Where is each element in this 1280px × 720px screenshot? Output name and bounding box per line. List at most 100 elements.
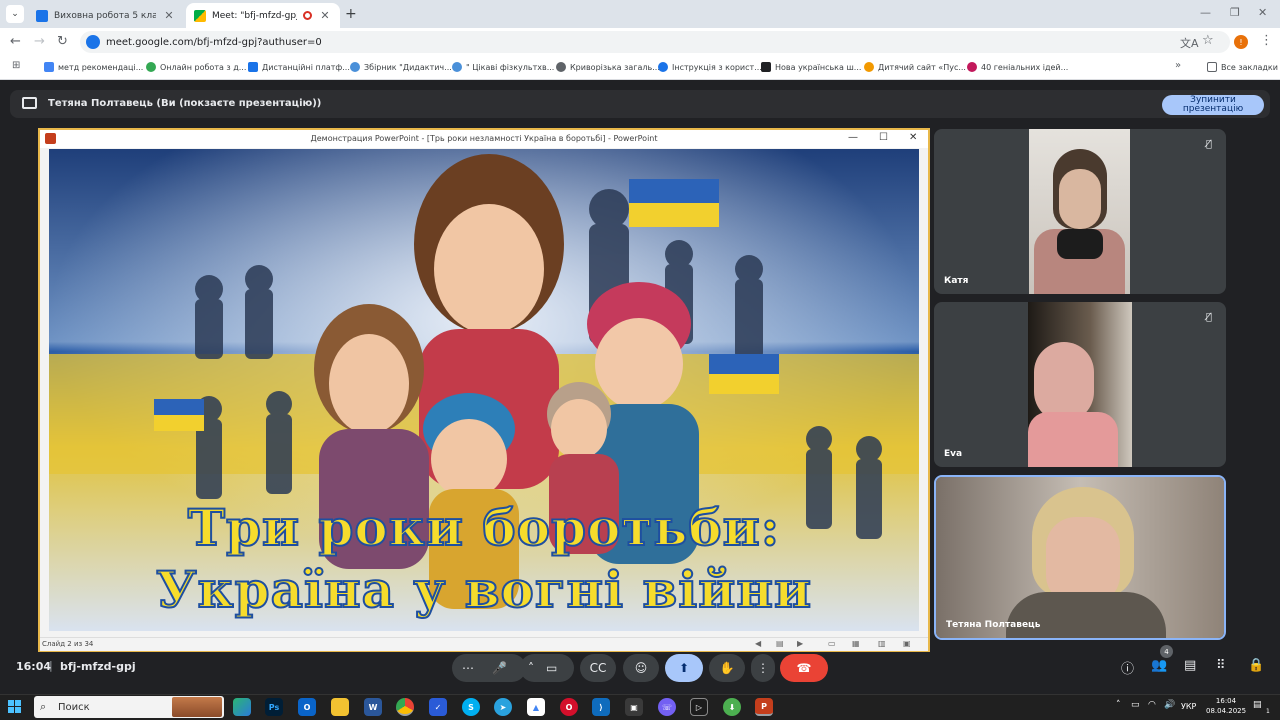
- outlook-icon[interactable]: O: [298, 698, 316, 716]
- microphone-icon[interactable]: 🎤: [492, 661, 507, 675]
- bookmark-item[interactable]: Нова українська ш...: [761, 62, 861, 72]
- more-audio-icon[interactable]: ⋯: [462, 661, 474, 675]
- chrome-icon[interactable]: [396, 698, 414, 716]
- apps-grid-icon[interactable]: ⊞: [12, 60, 20, 71]
- maximize-icon[interactable]: ☐: [879, 132, 888, 143]
- download-app-icon[interactable]: ⬇: [723, 698, 741, 716]
- powerpoint-icon[interactable]: P: [755, 698, 773, 716]
- notification-count: 1: [1266, 708, 1270, 715]
- more-options-button[interactable]: ⋮: [751, 654, 775, 682]
- close-icon[interactable]: ✕: [318, 9, 332, 22]
- bookmark-item[interactable]: 40 геніальних ідей...: [967, 62, 1068, 72]
- bookmark-item[interactable]: Криворізька загаль...: [556, 62, 660, 72]
- bookmark-star-icon[interactable]: ☆: [1202, 33, 1214, 48]
- bookmark-item[interactable]: " Цікаві фізкультхв...: [452, 62, 554, 72]
- tab-meet[interactable]: Meet: "bfj-mfzd-gpj" ✕: [186, 3, 340, 28]
- forward-arrow-icon[interactable]: →: [34, 34, 45, 49]
- photoshop-icon[interactable]: Ps: [265, 698, 283, 716]
- bookmark-item[interactable]: Інструкція з корист...: [658, 62, 762, 72]
- participant-video: [936, 477, 1224, 638]
- system-clock[interactable]: 16:04 08.04.2025: [1206, 696, 1246, 716]
- people-icon[interactable]: 👥: [1151, 658, 1167, 673]
- minimize-icon[interactable]: —: [1200, 6, 1211, 19]
- close-icon[interactable]: ✕: [162, 9, 176, 22]
- hand-icon: ✋: [719, 661, 735, 675]
- participant-tile-katya[interactable]: 🎙̸ Катя: [934, 129, 1226, 294]
- slideshow-view-icon[interactable]: ▣: [903, 639, 911, 648]
- file-explorer-icon[interactable]: [331, 698, 349, 716]
- network-icon[interactable]: ▭: [1131, 700, 1140, 710]
- participant-tile-eva[interactable]: 🎙̸ Eva: [934, 302, 1226, 467]
- next-slide-icon[interactable]: ▶: [797, 639, 803, 648]
- media-app-icon[interactable]: ▷: [690, 698, 708, 716]
- translate-icon[interactable]: 文A: [1180, 35, 1199, 51]
- opera-icon[interactable]: O: [560, 698, 578, 716]
- meeting-info-icon[interactable]: ⓘ: [1121, 658, 1134, 677]
- tab-vykhovna-robota[interactable]: Виховна робота 5 клас ✕: [28, 3, 184, 28]
- site-info-icon[interactable]: [86, 35, 100, 49]
- snowflake-icon: [350, 62, 360, 72]
- notifications-icon[interactable]: ▤: [1253, 700, 1262, 710]
- bookmark-item[interactable]: метд рекомендаці...: [44, 62, 143, 72]
- chat-icon[interactable]: ▤: [1184, 658, 1196, 673]
- raise-hand-button[interactable]: ✋: [709, 654, 745, 682]
- close-window-icon[interactable]: ✕: [1258, 6, 1267, 19]
- viber-icon[interactable]: ☏: [658, 698, 676, 716]
- present-screen-icon: [22, 97, 37, 109]
- save-app-icon[interactable]: ▣: [625, 698, 643, 716]
- close-window-icon[interactable]: ✕: [909, 132, 917, 143]
- previous-slide-icon[interactable]: ◀: [755, 639, 761, 648]
- more-bookmarks-icon[interactable]: »: [1175, 60, 1181, 71]
- camera-control[interactable]: ˄ ▭: [520, 654, 574, 682]
- volume-icon[interactable]: 🔊: [1164, 700, 1175, 710]
- participant-count-badge: 4: [1160, 645, 1173, 658]
- globe-icon: [556, 62, 566, 72]
- word-icon[interactable]: W: [364, 698, 382, 716]
- slide-image: [49, 149, 919, 631]
- input-language[interactable]: УКР: [1181, 702, 1196, 711]
- bookmark-item[interactable]: Збірник "Дидактич...: [350, 62, 452, 72]
- microphone-control[interactable]: ⋯ 🎤: [452, 654, 526, 682]
- bookmark-item[interactable]: Онлайн робота з д...: [146, 62, 246, 72]
- sorter-view-icon[interactable]: ▦: [852, 639, 860, 648]
- wifi-icon[interactable]: ◠: [1148, 700, 1156, 710]
- google-drive-icon[interactable]: ▲: [527, 698, 545, 716]
- site-icon: [864, 62, 874, 72]
- telegram-icon[interactable]: ➤: [494, 698, 512, 716]
- chevron-up-icon[interactable]: ˄: [1116, 700, 1121, 710]
- chevron-up-icon[interactable]: ˄: [528, 661, 534, 675]
- host-controls-icon[interactable]: 🔒: [1248, 658, 1264, 673]
- reload-icon[interactable]: ↻: [57, 34, 68, 49]
- leave-call-button[interactable]: ☎: [780, 654, 828, 682]
- participant-tile-tetiana[interactable]: Тетяна Полтавець: [934, 475, 1226, 640]
- bookmark-item[interactable]: Дитячий сайт «Пус...: [864, 62, 966, 72]
- present-now-button[interactable]: ⬆: [665, 654, 703, 682]
- tab-search-button[interactable]: ⌄: [6, 5, 24, 23]
- url-text: meet.google.com/bfj-mfzd-gpj?authuser=0: [106, 36, 322, 48]
- skype-icon[interactable]: S: [462, 698, 480, 716]
- all-bookmarks-button[interactable]: Все закладки: [1207, 62, 1278, 72]
- mic-muted-icon: 🎙̸: [1205, 312, 1212, 323]
- stop-presenting-button[interactable]: Зупинити презентацію: [1162, 95, 1264, 115]
- vscode-icon[interactable]: ⟩: [592, 698, 610, 716]
- bookmark-item[interactable]: Дистанційні платф...: [248, 62, 350, 72]
- camera-icon[interactable]: ▭: [546, 661, 557, 675]
- copilot-icon[interactable]: [233, 698, 251, 716]
- captions-button[interactable]: CC: [580, 654, 616, 682]
- meeting-code: bfj-mfzd-gpj: [60, 660, 136, 673]
- windows-start-button[interactable]: [8, 700, 22, 714]
- new-tab-button[interactable]: +: [345, 6, 357, 22]
- browser-menu-icon[interactable]: ⋮: [1260, 33, 1273, 48]
- participant-name: Тетяна Полтавець: [946, 620, 1041, 630]
- minimize-icon[interactable]: —: [848, 132, 858, 143]
- restore-icon[interactable]: ❐: [1230, 6, 1240, 19]
- back-arrow-icon[interactable]: ←: [10, 34, 21, 49]
- profile-avatar[interactable]: !: [1234, 35, 1248, 49]
- whiteboard-icon[interactable]: ✓: [429, 698, 447, 716]
- address-bar[interactable]: meet.google.com/bfj-mfzd-gpj?authuser=0: [80, 31, 1230, 53]
- activities-icon[interactable]: ⠿: [1216, 658, 1226, 673]
- slide-menu-icon[interactable]: ▤: [776, 639, 784, 648]
- normal-view-icon[interactable]: ▭: [828, 639, 836, 648]
- reading-view-icon[interactable]: ▥: [878, 639, 886, 648]
- reactions-button[interactable]: ☺: [623, 654, 659, 682]
